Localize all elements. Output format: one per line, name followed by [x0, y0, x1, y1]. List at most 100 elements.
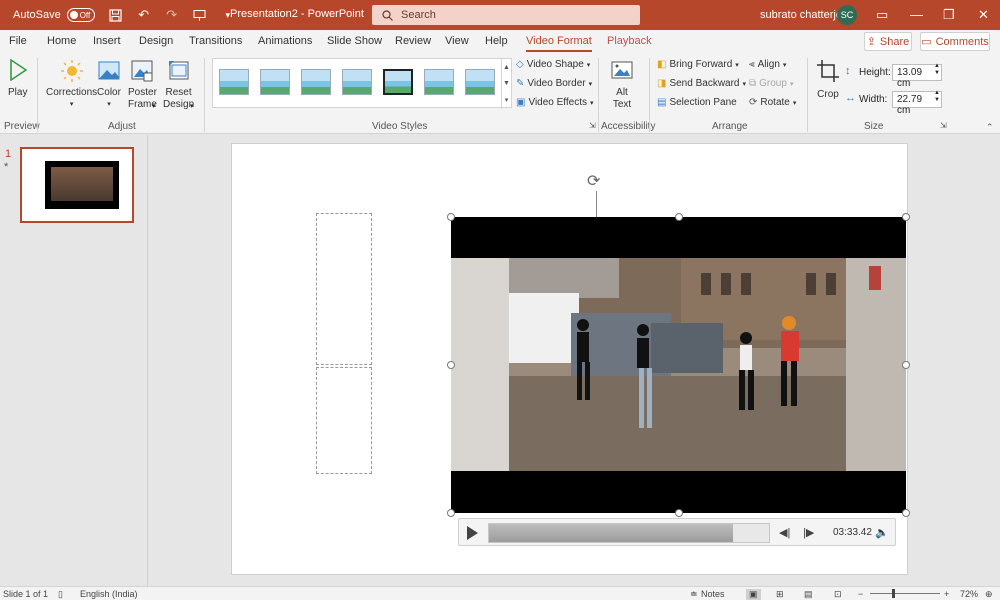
tab-transitions[interactable]: Transitions: [189, 35, 242, 47]
slide-sorter-icon[interactable]: ⊞: [776, 589, 784, 600]
width-stepper[interactable]: ▲ ▼: [934, 90, 940, 104]
more-icon[interactable]: ▾: [505, 96, 509, 104]
avatar[interactable]: SC: [837, 5, 857, 25]
tab-insert[interactable]: Insert: [93, 35, 121, 47]
tab-review[interactable]: Review: [395, 35, 431, 47]
group-label: Group: [759, 78, 787, 89]
chevron-down-icon[interactable]: ▼: [503, 80, 510, 87]
group-separator: [649, 58, 650, 132]
tab-playback[interactable]: Playback: [607, 35, 652, 47]
slide-thumbnail[interactable]: [20, 147, 134, 223]
dialog-launcher-icon[interactable]: ⇲: [940, 121, 947, 130]
redo-icon[interactable]: ↷: [165, 7, 179, 22]
present-icon[interactable]: [193, 8, 207, 22]
normal-view-icon[interactable]: ▣: [746, 589, 761, 600]
autosave-toggle[interactable]: Off: [66, 8, 95, 22]
video-object[interactable]: [451, 217, 906, 513]
resize-handle[interactable]: [447, 361, 455, 369]
group-icon: ⧉: [749, 78, 757, 89]
skip-back-icon[interactable]: ◀|: [779, 526, 790, 539]
dialog-launcher-icon[interactable]: ⇲: [589, 121, 596, 130]
ribbon-display-icon[interactable]: ▭: [876, 7, 888, 23]
language-indicator[interactable]: English (India): [80, 589, 138, 599]
share-button[interactable]: ⇪ Share: [864, 32, 912, 51]
video-border-button[interactable]: ✎ Video Border ▾: [516, 78, 592, 89]
title-placeholder[interactable]: [316, 213, 372, 365]
search-box[interactable]: Search: [372, 5, 640, 25]
resize-handle[interactable]: [447, 213, 455, 221]
video-style-thumb[interactable]: [342, 69, 372, 95]
align-button[interactable]: ⫷ Align ▾: [749, 59, 786, 70]
video-style-thumb[interactable]: [260, 69, 290, 95]
slide[interactable]: ⟳ ◀| |▶ 03:33.42 🔈: [231, 143, 910, 575]
fit-to-window-icon[interactable]: ⊕: [985, 589, 993, 600]
gallery-scroll[interactable]: ▲ ▼ ▾: [501, 59, 511, 109]
tab-video-format[interactable]: Video Format: [526, 35, 592, 52]
tab-slide-show[interactable]: Slide Show: [327, 35, 382, 47]
minimize-icon[interactable]: —: [910, 7, 923, 22]
user-name[interactable]: subrato chatterjee: [760, 9, 848, 21]
resize-handle[interactable]: [902, 361, 910, 369]
skip-forward-icon[interactable]: |▶: [803, 526, 814, 539]
corrections-button[interactable]: Corrections ▾: [46, 59, 97, 111]
content-placeholder[interactable]: [316, 367, 372, 474]
reading-view-icon[interactable]: ▤: [804, 589, 813, 600]
slide-show-icon[interactable]: ⊡: [834, 589, 842, 600]
progress-bar[interactable]: [488, 523, 770, 543]
group-button[interactable]: ⧉ Group ▾: [749, 78, 793, 89]
maximize-icon[interactable]: ❐: [943, 7, 955, 23]
video-styles-gallery[interactable]: ▲ ▼ ▾: [212, 58, 512, 109]
tab-home[interactable]: Home: [47, 35, 76, 47]
rotate-button[interactable]: ⟳ Rotate ▾: [749, 97, 796, 108]
save-icon[interactable]: [109, 8, 123, 22]
video-shape-button[interactable]: ◇ Video Shape ▾: [516, 59, 590, 70]
video-style-thumb[interactable]: [383, 69, 413, 95]
rotate-handle-icon[interactable]: ⟳: [587, 171, 600, 191]
height-stepper[interactable]: ▲ ▼: [934, 63, 940, 77]
video-style-thumb[interactable]: [465, 69, 495, 95]
reset-design-icon: [168, 61, 189, 80]
play-button[interactable]: Play: [8, 59, 27, 99]
color-button[interactable]: Color ▾: [97, 59, 121, 111]
bring-forward-button[interactable]: ◧ Bring Forward ▾: [657, 59, 739, 70]
height-value: 13.09 cm: [897, 67, 923, 89]
undo-icon[interactable]: ↶: [137, 7, 151, 22]
video-style-thumb[interactable]: [424, 69, 454, 95]
send-backward-button[interactable]: ◨ Send Backward ▾: [657, 78, 746, 89]
zoom-level[interactable]: 72%: [960, 589, 978, 599]
zoom-out-icon[interactable]: −: [858, 589, 863, 599]
notes-button[interactable]: Notes: [701, 589, 725, 599]
tab-help[interactable]: Help: [485, 35, 508, 47]
close-icon[interactable]: ✕: [978, 7, 989, 23]
resize-handle[interactable]: [447, 509, 455, 517]
zoom-in-icon[interactable]: +: [944, 589, 949, 599]
resize-handle[interactable]: [902, 213, 910, 221]
resize-handle[interactable]: [675, 213, 683, 221]
corrections-label: Corrections: [46, 87, 98, 98]
crop-button[interactable]: Crop: [816, 59, 840, 101]
alt-text-button[interactable]: Alt Text: [610, 59, 634, 111]
align-label: Align: [757, 59, 780, 70]
chevron-up-icon[interactable]: ▲: [503, 64, 510, 71]
tab-animations[interactable]: Animations: [258, 35, 312, 47]
zoom-slider[interactable]: [870, 593, 940, 594]
play-icon[interactable]: [467, 526, 478, 540]
resize-handle[interactable]: [902, 509, 910, 517]
alt-text-icon: [611, 61, 633, 79]
comments-button[interactable]: ▭ Comments: [920, 32, 990, 51]
ribbon-tabs: File Home Insert Design Transitions Anim…: [0, 30, 1000, 54]
tab-file[interactable]: File: [9, 35, 27, 47]
video-shape-label: Video Shape: [526, 59, 584, 70]
video-style-thumb[interactable]: [301, 69, 331, 95]
chevron-down-icon: ▾: [590, 99, 594, 107]
volume-icon[interactable]: 🔈: [875, 526, 889, 539]
video-effects-button[interactable]: ▣ Video Effects ▾: [516, 97, 594, 108]
tab-view[interactable]: View: [445, 35, 469, 47]
selection-pane-button[interactable]: ▤ Selection Pane: [657, 97, 737, 108]
spellcheck-icon[interactable]: ▯: [58, 589, 63, 600]
video-style-thumb[interactable]: [219, 69, 249, 95]
zoom-slider-thumb[interactable]: [892, 589, 895, 598]
tab-design[interactable]: Design: [139, 35, 173, 47]
collapse-ribbon-icon[interactable]: ⌃: [986, 122, 994, 133]
resize-handle[interactable]: [675, 509, 683, 517]
